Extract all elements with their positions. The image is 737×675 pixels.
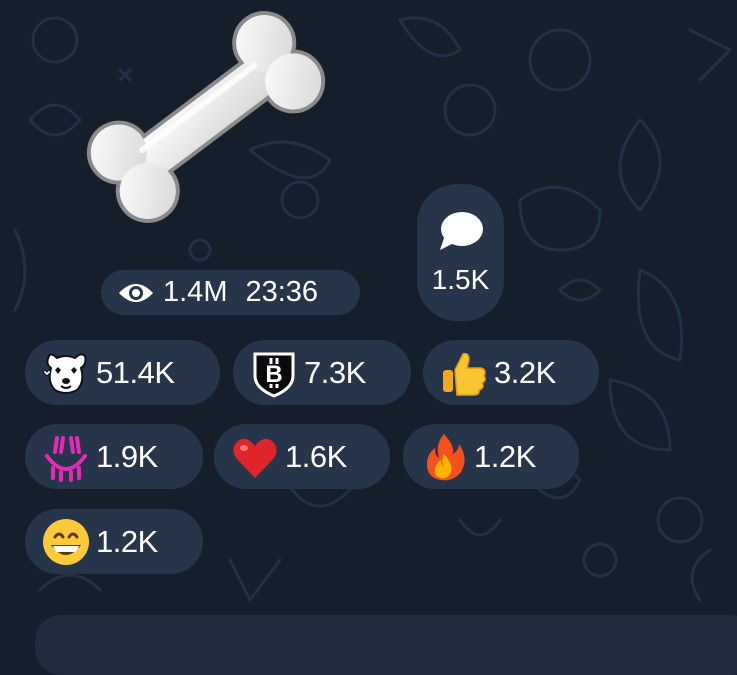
reaction-heart[interactable]: 1.6K (214, 424, 390, 489)
reaction-count: 51.4K (96, 354, 175, 390)
red-heart-emoji (230, 432, 280, 482)
reaction-grin[interactable]: 1.2K (25, 509, 203, 574)
bone-sticker[interactable] (75, 5, 337, 230)
comment-count: 1.5K (431, 263, 490, 295)
reaction-dog[interactable]: 51.4K (25, 340, 220, 405)
pink-smile-emoji (41, 432, 91, 482)
message-composer[interactable] (35, 615, 737, 675)
message-time: 23:36 (245, 276, 319, 308)
comment-bubble-icon (439, 211, 483, 250)
reaction-count: 1.2K (474, 438, 536, 474)
reaction-count: 1.2K (96, 523, 158, 559)
reaction-shield[interactable]: B 7.3K (233, 340, 411, 405)
reaction-pink-smile[interactable]: 1.9K (25, 424, 203, 489)
thumbs-up-emoji (439, 348, 489, 398)
reaction-thumbs-up[interactable]: 3.2K (423, 340, 599, 405)
view-count: 1.4M (163, 276, 228, 308)
message-meta: 1.4M 23:36 (101, 270, 360, 315)
dog-hearts-emoji (41, 348, 91, 398)
reaction-count: 7.3K (304, 354, 366, 390)
reaction-count: 3.2K (494, 354, 556, 390)
eye-icon (119, 283, 153, 302)
reaction-count: 1.9K (96, 438, 158, 474)
reaction-count: 1.6K (285, 438, 347, 474)
grinning-face-emoji (41, 517, 91, 567)
reaction-fire[interactable]: 1.2K (403, 424, 579, 489)
svg-text:B: B (265, 361, 282, 388)
comments-button[interactable]: 1.5K (417, 184, 504, 321)
black-shield-emoji: B (249, 348, 299, 398)
fire-emoji (419, 432, 469, 482)
